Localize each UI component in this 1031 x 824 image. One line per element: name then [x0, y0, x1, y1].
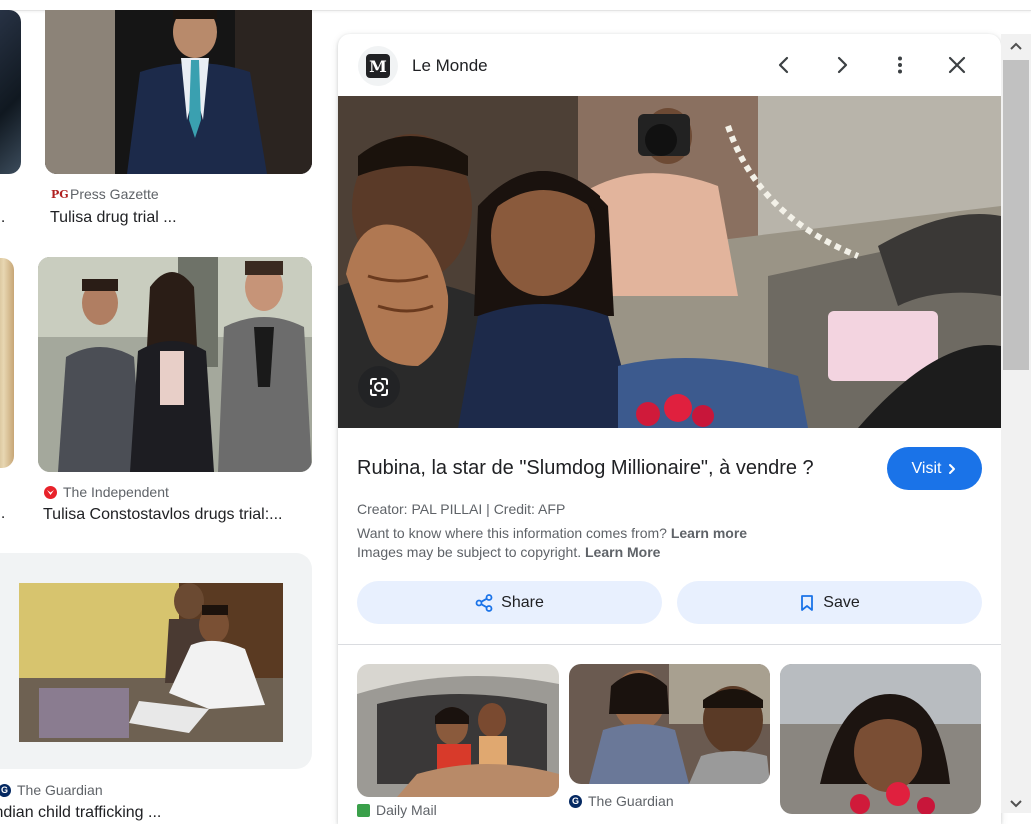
source-logo[interactable]: M: [358, 46, 398, 86]
main-image[interactable]: [338, 96, 1001, 428]
chevron-right-icon: [837, 56, 848, 74]
info-source-line: Want to know where this information come…: [357, 525, 748, 541]
related-source-1[interactable]: Daily Mail: [357, 802, 437, 818]
girl-and-man-image: [569, 664, 770, 784]
image-detail-panel: M Le Monde Rubina, la star de "Slumdog M…: [338, 34, 1001, 824]
scroll-up-button[interactable]: [1006, 38, 1026, 54]
learn-more-copyright-link[interactable]: Learn More: [585, 544, 660, 560]
next-button[interactable]: [825, 48, 859, 82]
result-thumb-partial-2[interactable]: [0, 258, 14, 468]
result-title-partial-1[interactable]: ...: [0, 209, 5, 227]
image-title[interactable]: Rubina, la star de "Slumdog Millionaire"…: [357, 457, 814, 480]
related-image-2[interactable]: [569, 664, 770, 784]
panel-divider: [338, 644, 1001, 645]
guardian-favicon: G: [0, 783, 11, 797]
guardian-favicon: G: [569, 794, 582, 808]
result-card-guardian[interactable]: [0, 553, 312, 769]
girl-with-flowers-image: [780, 664, 981, 814]
close-button[interactable]: [940, 48, 974, 82]
press-gazette-favicon: PG: [51, 187, 69, 201]
daily-mail-favicon: [357, 803, 370, 817]
more-vert-icon: [898, 56, 902, 74]
share-button[interactable]: Share: [357, 581, 662, 624]
result-title-press-gazette[interactable]: Tulisa drug trial ...: [50, 209, 177, 227]
visit-button[interactable]: Visit: [887, 447, 982, 490]
share-icon: [475, 593, 493, 612]
related-source-2[interactable]: G The Guardian: [569, 793, 674, 809]
chevron-right-icon: [949, 463, 956, 474]
related-image-3[interactable]: [780, 664, 981, 814]
chevron-up-icon: [1010, 42, 1022, 50]
google-lens-icon: [370, 378, 388, 396]
previous-button[interactable]: [767, 48, 801, 82]
related-image-1[interactable]: [357, 664, 559, 797]
save-button[interactable]: Save: [677, 581, 982, 624]
result-title-independent[interactable]: Tulisa Constostavlos drugs trial:...: [43, 506, 283, 524]
lens-search-button[interactable]: [358, 366, 400, 408]
chevron-down-icon: [1010, 800, 1022, 808]
scroll-down-button[interactable]: [1006, 796, 1026, 812]
result-thumb-independent[interactable]: [38, 257, 312, 472]
panel-header: M Le Monde: [338, 34, 1001, 96]
bookmark-icon: [801, 594, 814, 611]
le-monde-logo-icon: M: [366, 54, 390, 78]
scrollbar-thumb[interactable]: [1003, 60, 1029, 370]
chevron-left-icon: [778, 56, 789, 74]
result-source-independent[interactable]: The Independent: [44, 484, 169, 500]
source-name[interactable]: Le Monde: [412, 56, 488, 76]
result-title-partial-2[interactable]: ...: [0, 505, 5, 523]
children-sitting-image: [19, 583, 283, 742]
result-thumb-press-gazette[interactable]: [45, 10, 312, 174]
result-source-guardian[interactable]: G The Guardian: [0, 782, 103, 798]
more-options-button[interactable]: [883, 48, 917, 82]
close-icon: [948, 56, 966, 74]
copyright-line: Images may be subject to copyright. Lear…: [357, 544, 661, 560]
group-walking-image: [38, 257, 312, 472]
result-thumb-partial-1[interactable]: [0, 10, 21, 174]
result-title-guardian[interactable]: Indian child trafficking ...: [0, 804, 161, 822]
girl-in-car-photo: [338, 96, 1001, 428]
independent-favicon: [44, 485, 57, 499]
man-in-suit-image: [45, 10, 312, 174]
creator-credit: Creator: PAL PILLAI | Credit: AFP: [357, 501, 566, 517]
result-source-press-gazette[interactable]: PG Press Gazette: [51, 186, 159, 202]
learn-more-link[interactable]: Learn more: [671, 525, 747, 541]
girl-in-car-window-image: [357, 664, 559, 797]
